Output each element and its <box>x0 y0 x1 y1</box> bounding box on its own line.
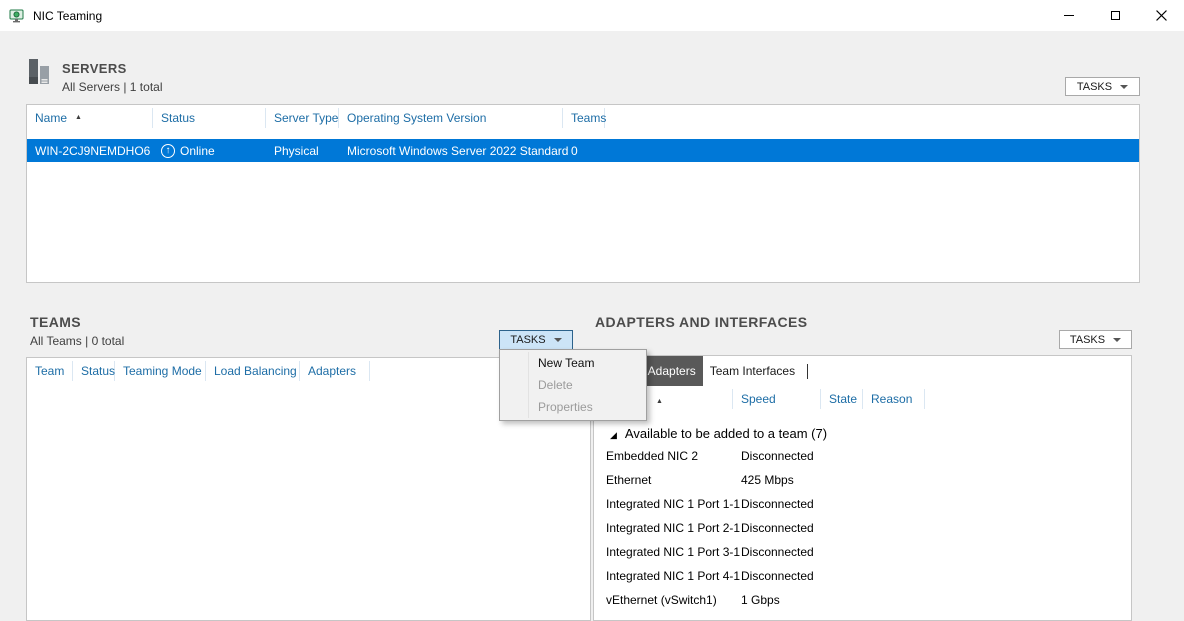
adapter-row[interactable]: Integrated NIC 1 Port 2-1 Disconnected <box>594 516 1131 540</box>
maximize-icon <box>1111 11 1120 20</box>
adapter-group-row[interactable]: Available to be added to a team (7) <box>594 422 1131 444</box>
servers-section-subtitle: All Servers | 1 total <box>62 80 163 94</box>
adapter-name: Integrated NIC 1 Port 3-1 <box>594 545 733 559</box>
column-header-adapters[interactable]: Adapters <box>300 361 370 381</box>
adapter-row[interactable]: vEthernet (vSwitch1) 1 Gbps <box>594 588 1131 612</box>
server-name: WIN-2CJ9NEMDHO6 <box>27 144 153 158</box>
adapter-speed: Disconnected <box>733 497 814 511</box>
server-os-version: Microsoft Windows Server 2022 Standard <box>339 144 563 158</box>
column-header-reason[interactable]: Reason <box>863 389 925 409</box>
adapter-row[interactable]: Integrated NIC 1 Port 3-1 Disconnected <box>594 540 1131 564</box>
column-header-os-version[interactable]: Operating System Version <box>339 108 563 128</box>
tab-team-interfaces[interactable]: Team Interfaces <box>703 356 802 386</box>
tab-caret <box>807 364 808 379</box>
menu-item-delete: Delete <box>500 374 646 396</box>
adapter-speed: 425 Mbps <box>733 473 794 487</box>
close-icon <box>1156 10 1167 21</box>
teams-section-title: TEAMS <box>30 314 81 330</box>
maximize-button[interactable] <box>1092 0 1138 31</box>
nic-teaming-window: NIC Teaming SERVERS All Servers | 1 tota… <box>0 0 1184 621</box>
adapter-name: vEthernet (vSwitch1) <box>594 593 733 607</box>
teams-tasks-menu: New Team Delete Properties <box>499 349 647 421</box>
window-titlebar: NIC Teaming <box>0 0 1184 31</box>
adapter-row[interactable]: Integrated NIC 1 Port 1-1 Disconnected <box>594 492 1131 516</box>
adapters-table-header: Speed State Reason <box>594 386 1131 412</box>
column-header-filler <box>925 389 1131 409</box>
adapters-panel: Network Adapters Team Interfaces Speed S… <box>593 355 1132 621</box>
adapter-row[interactable]: Ethernet 425 Mbps <box>594 468 1131 492</box>
chevron-down-icon <box>1120 85 1128 89</box>
adapter-name: Integrated NIC 1 Port 4-1 <box>594 569 733 583</box>
servers-tasks-label: TASKS <box>1077 81 1112 93</box>
adapter-speed: Disconnected <box>733 449 814 463</box>
minimize-button[interactable] <box>1046 0 1092 31</box>
column-header-name[interactable]: Name <box>27 108 153 128</box>
adapter-row[interactable]: Embedded NIC 2 Disconnected <box>594 444 1131 468</box>
column-header-state[interactable]: State <box>821 389 863 409</box>
column-header-status[interactable]: Status <box>153 108 266 128</box>
server-status: Online <box>180 144 215 158</box>
column-header-filler <box>605 108 1139 128</box>
adapter-name: Integrated NIC 1 Port 2-1 <box>594 521 733 535</box>
window-controls <box>1046 0 1184 31</box>
column-header-load-balancing[interactable]: Load Balancing <box>206 361 300 381</box>
server-teams-count: 0 <box>563 144 605 158</box>
adapters-tabstrip: Network Adapters Team Interfaces <box>594 356 1131 386</box>
chevron-down-icon <box>1113 338 1121 342</box>
teams-tasks-label: TASKS <box>510 334 545 346</box>
sort-ascending-icon <box>75 108 82 122</box>
column-header-team[interactable]: Team <box>27 361 73 381</box>
column-header-team-status[interactable]: Status <box>73 361 115 381</box>
adapter-name: Integrated NIC 1 Port 1-1 <box>594 497 733 511</box>
column-header-name-label: Name <box>35 111 67 125</box>
adapter-speed: Disconnected <box>733 569 814 583</box>
server-status-cell: Online <box>153 144 266 158</box>
adapter-name: Embedded NIC 2 <box>594 449 733 463</box>
servers-icon <box>26 58 53 85</box>
column-header-teams[interactable]: Teams <box>563 108 605 128</box>
column-header-speed[interactable]: Speed <box>733 389 821 409</box>
adapters-tasks-button[interactable]: TASKS <box>1059 330 1132 349</box>
adapter-group-label: Available to be added to a team (7) <box>625 426 827 441</box>
app-icon <box>9 8 25 24</box>
online-up-arrow-icon <box>161 144 175 158</box>
adapter-speed: Disconnected <box>733 545 814 559</box>
servers-tasks-button[interactable]: TASKS <box>1065 77 1140 96</box>
menu-item-properties: Properties <box>500 396 646 418</box>
close-button[interactable] <box>1138 0 1184 31</box>
teams-section-subtitle: All Teams | 0 total <box>30 334 124 348</box>
teams-tasks-button[interactable]: TASKS <box>499 330 573 350</box>
server-type: Physical <box>266 144 339 158</box>
adapter-speed: Disconnected <box>733 521 814 535</box>
minimize-icon <box>1064 15 1074 16</box>
server-row-selected[interactable]: WIN-2CJ9NEMDHO6 Online Physical Microsof… <box>27 139 1139 162</box>
servers-table-header: Name Status Server Type Operating System… <box>27 105 1139 131</box>
servers-section-title: SERVERS <box>62 61 127 76</box>
menu-item-new-team[interactable]: New Team <box>500 352 646 374</box>
group-expanded-icon <box>610 426 617 441</box>
adapter-speed: 1 Gbps <box>733 593 780 607</box>
servers-table: Name Status Server Type Operating System… <box>26 104 1140 283</box>
sort-ascending-icon <box>656 392 663 406</box>
column-header-teaming-mode[interactable]: Teaming Mode <box>115 361 206 381</box>
adapter-row[interactable]: Integrated NIC 1 Port 4-1 Disconnected <box>594 564 1131 588</box>
column-header-server-type[interactable]: Server Type <box>266 108 339 128</box>
window-title: NIC Teaming <box>33 9 102 23</box>
adapter-name: Ethernet <box>594 473 733 487</box>
adapters-section-title: ADAPTERS AND INTERFACES <box>595 314 807 330</box>
adapters-tasks-label: TASKS <box>1070 334 1105 346</box>
chevron-down-icon <box>554 338 562 342</box>
